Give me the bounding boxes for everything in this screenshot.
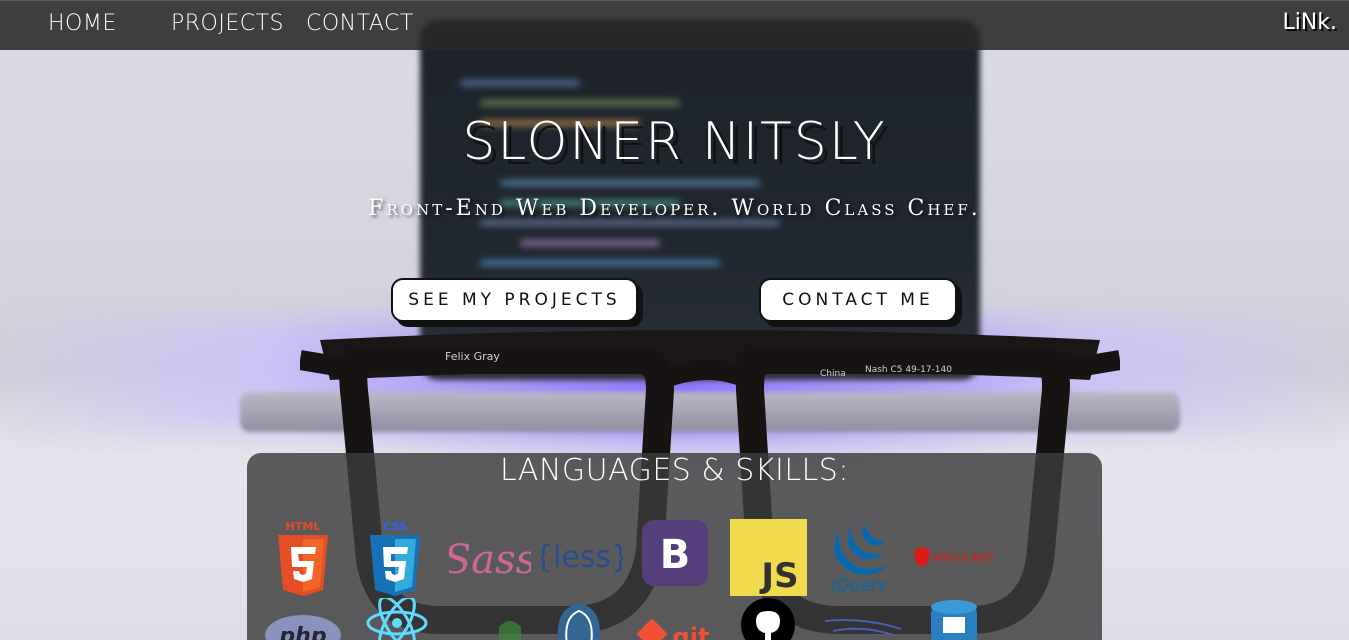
react-icon: [365, 598, 429, 640]
nav-link-home[interactable]: HOME: [48, 11, 117, 36]
angularjs-icon: ANGULARJS: [914, 545, 994, 569]
hero-title: SLONER NITSLY: [462, 112, 887, 172]
javascript-label: JS: [759, 556, 798, 596]
less-icon: {less}: [541, 535, 623, 579]
css3-icon: CSS: [367, 519, 423, 597]
see-my-projects-button[interactable]: SEE MY PROJECTS: [391, 278, 638, 322]
site-logo[interactable]: LiNk.: [1282, 10, 1337, 35]
glasses-model-text: Nash C5 49-17-140: [865, 365, 952, 375]
skills-panel: LANGUAGES & SKILLS: HTML CSS Sass: [247, 453, 1102, 640]
jquery-label: jQuery: [830, 576, 889, 595]
git-label: git: [673, 623, 710, 640]
bootstrap-label: B: [660, 532, 691, 578]
less-label: {less}: [541, 540, 623, 575]
sass-icon: Sass: [449, 527, 531, 589]
top-navbar: HOME PROJECTS CONTACT LiNk.: [0, 0, 1349, 50]
glasses-brand-text: Felix Gray: [445, 350, 500, 363]
css3-label: CSS: [383, 520, 407, 533]
hero-subtitle: Front-End Web Developer. World Class Che…: [368, 196, 981, 221]
nav-link-projects[interactable]: PROJECTS: [171, 11, 284, 36]
jquery-icon: jQuery: [824, 521, 898, 595]
contact-me-button[interactable]: CONTACT ME: [759, 278, 957, 322]
git-icon: git: [635, 615, 715, 640]
javascript-icon: JS: [730, 519, 807, 596]
nav-link-contact[interactable]: CONTACT: [306, 11, 414, 36]
github-icon: [741, 597, 795, 640]
nodejs-icon: [495, 615, 525, 640]
bootstrap-icon: B: [642, 520, 708, 586]
html5-label: HTML: [286, 520, 321, 533]
sublime-icon: [823, 617, 903, 637]
php-label: php: [278, 624, 326, 640]
php-icon: php: [263, 613, 343, 640]
postgresql-icon: [549, 599, 609, 640]
page: Felix Gray China Nash C5 49-17-140 HOME …: [0, 0, 1349, 640]
glasses-origin-text: China: [820, 369, 846, 379]
html5-icon: HTML: [275, 519, 331, 597]
angularjs-label: ANGULARJS: [932, 551, 994, 564]
sql-database-icon: [929, 599, 979, 640]
sass-label: Sass: [449, 537, 531, 583]
skills-title: LANGUAGES & SKILLS:: [500, 453, 849, 488]
